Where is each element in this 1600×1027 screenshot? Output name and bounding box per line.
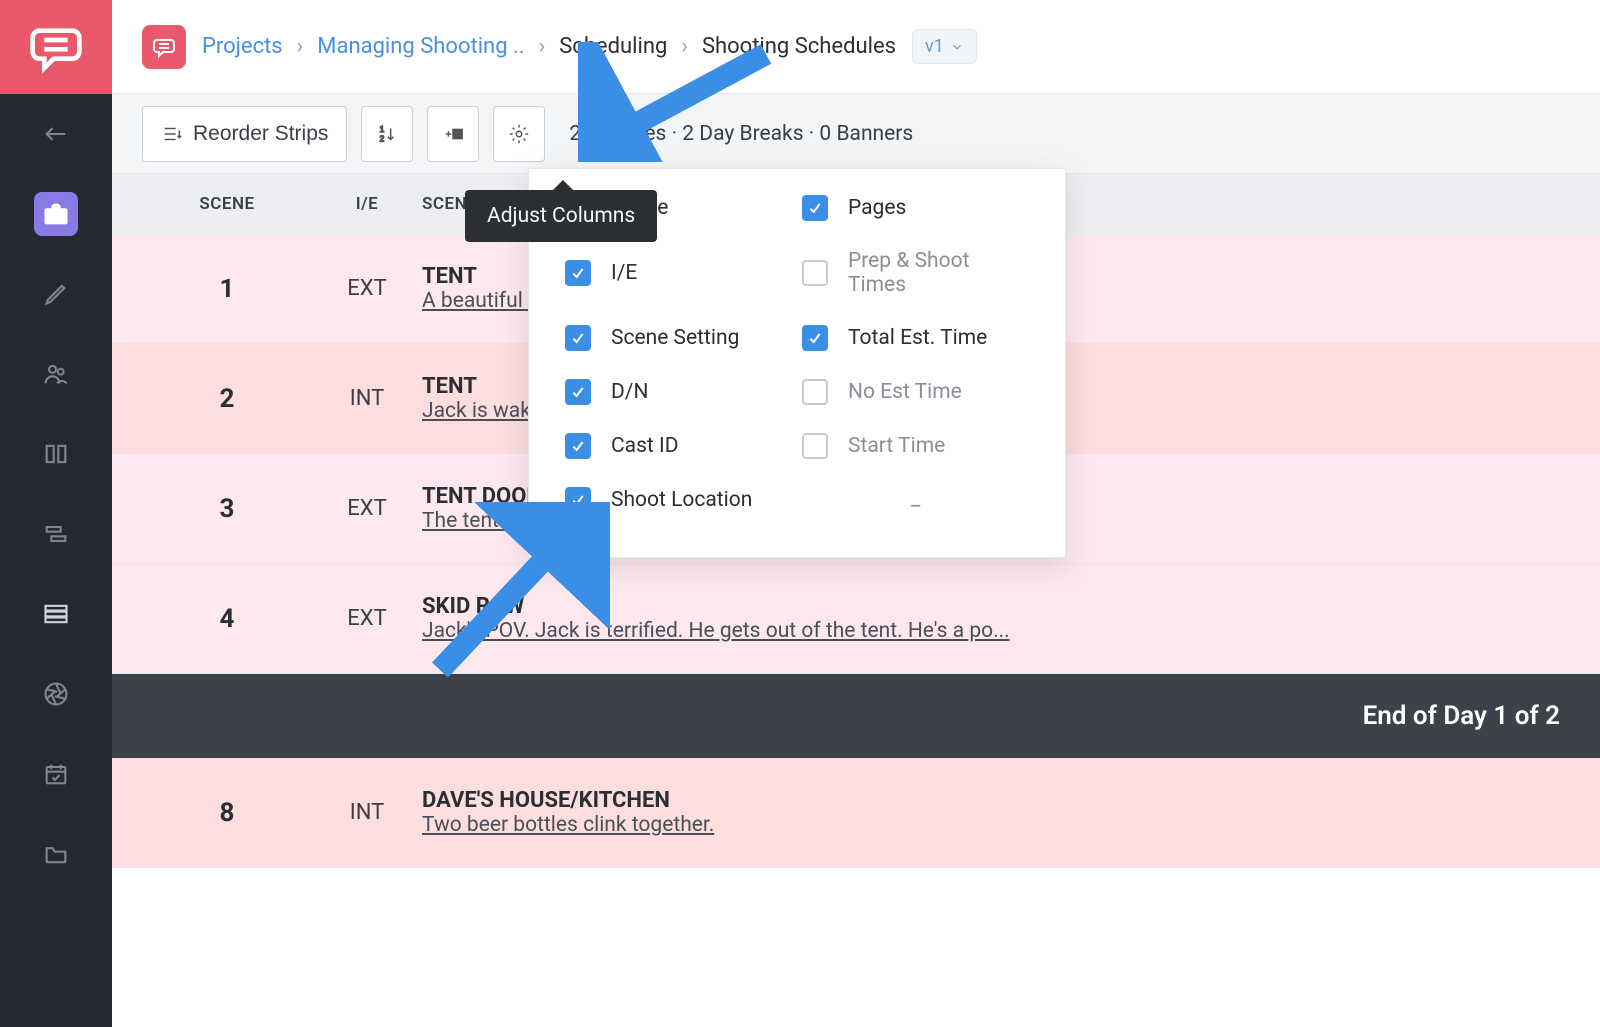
col-toggle-dn[interactable]: D/N <box>565 379 792 405</box>
svg-text:1: 1 <box>380 125 385 134</box>
breadcrumb-bar: Projects › Managing Shooting .. › Schedu… <box>112 0 1600 94</box>
scene-number: 3 <box>142 494 312 524</box>
chevron-right-icon: › <box>539 34 546 59</box>
strips-icon[interactable] <box>0 494 112 574</box>
col-toggle-pages[interactable]: Pages <box>802 195 1029 221</box>
col-toggle-ie[interactable]: I/E <box>565 249 792 297</box>
scene-setting: DAVE'S HOUSE/KITCHEN Two beer bottles cl… <box>422 788 1570 837</box>
app-logo[interactable] <box>0 0 112 94</box>
chevron-down-icon <box>950 40 964 54</box>
aperture-icon[interactable] <box>0 654 112 734</box>
crumb-projects[interactable]: Projects <box>202 34 283 59</box>
scene-ie: INT <box>312 386 422 411</box>
col-toggle-scene-setting[interactable]: Scene Setting <box>565 325 792 351</box>
back-icon[interactable] <box>0 94 112 174</box>
chevron-right-icon: › <box>297 34 304 59</box>
col-toggle-no-est[interactable]: No Est Time <box>802 379 1029 405</box>
scene-number: 4 <box>142 604 312 634</box>
svg-text:2: 2 <box>380 134 385 143</box>
annotation-arrow-top <box>578 42 778 162</box>
gear-icon <box>508 123 530 145</box>
columns-icon[interactable] <box>0 414 112 494</box>
scene-strip[interactable]: 4 EXT SKID ROW Jack's POV. Jack is terri… <box>112 564 1600 674</box>
col-toggle-start-time[interactable]: Start Time <box>802 433 1029 459</box>
col-toggle-cast-id[interactable]: Cast ID <box>565 433 792 459</box>
toolbar: Reorder Strips 12 25 Scenes · 2 Day Brea… <box>112 94 1600 174</box>
col-ie: I/E <box>312 194 422 214</box>
version-label: v1 <box>925 36 944 57</box>
project-logo[interactable] <box>142 25 186 69</box>
crumb-project[interactable]: Managing Shooting .. <box>317 34 524 59</box>
col-toggle-total-est[interactable]: Total Est. Time <box>802 325 1029 351</box>
scene-number: 2 <box>142 384 312 414</box>
day-break: End of Day 1 of 2 <box>112 674 1600 758</box>
scene-title: DAVE'S HOUSE/KITCHEN <box>422 788 1570 813</box>
scene-strip[interactable]: 8 INT DAVE'S HOUSE/KITCHEN Two beer bott… <box>112 758 1600 868</box>
add-strip-button[interactable] <box>427 106 479 162</box>
list-icon[interactable] <box>0 574 112 654</box>
pencil-icon[interactable] <box>0 254 112 334</box>
day-break-label: End of Day 1 of 2 <box>1363 701 1560 731</box>
renumber-button[interactable]: 12 <box>361 106 413 162</box>
scene-number: 8 <box>142 798 312 828</box>
sidebar <box>0 0 112 1027</box>
scene-desc: Two beer bottles clink together. <box>422 813 1570 837</box>
dropdown-dash: _ <box>802 487 1029 513</box>
annotation-arrow-bottom <box>410 502 610 682</box>
adjust-columns-tooltip: Adjust Columns <box>465 190 657 242</box>
folder-icon[interactable] <box>0 814 112 894</box>
scene-ie: EXT <box>312 276 422 301</box>
scene-ie: EXT <box>312 606 422 631</box>
reorder-strips-label: Reorder Strips <box>193 122 328 146</box>
reorder-strips-button[interactable]: Reorder Strips <box>142 106 347 162</box>
briefcase-icon[interactable] <box>34 192 78 236</box>
col-scene: SCENE <box>142 194 312 214</box>
scene-ie: EXT <box>312 496 422 521</box>
people-icon[interactable] <box>0 334 112 414</box>
calendar-icon[interactable] <box>0 734 112 814</box>
version-selector[interactable]: v1 <box>912 29 977 64</box>
scene-number: 1 <box>142 274 312 304</box>
col-toggle-prep-shoot[interactable]: Prep & Shoot Times <box>802 249 1029 297</box>
breadcrumb: Projects › Managing Shooting .. › Schedu… <box>202 34 896 59</box>
scene-ie: INT <box>312 800 422 825</box>
settings-button[interactable] <box>493 106 545 162</box>
